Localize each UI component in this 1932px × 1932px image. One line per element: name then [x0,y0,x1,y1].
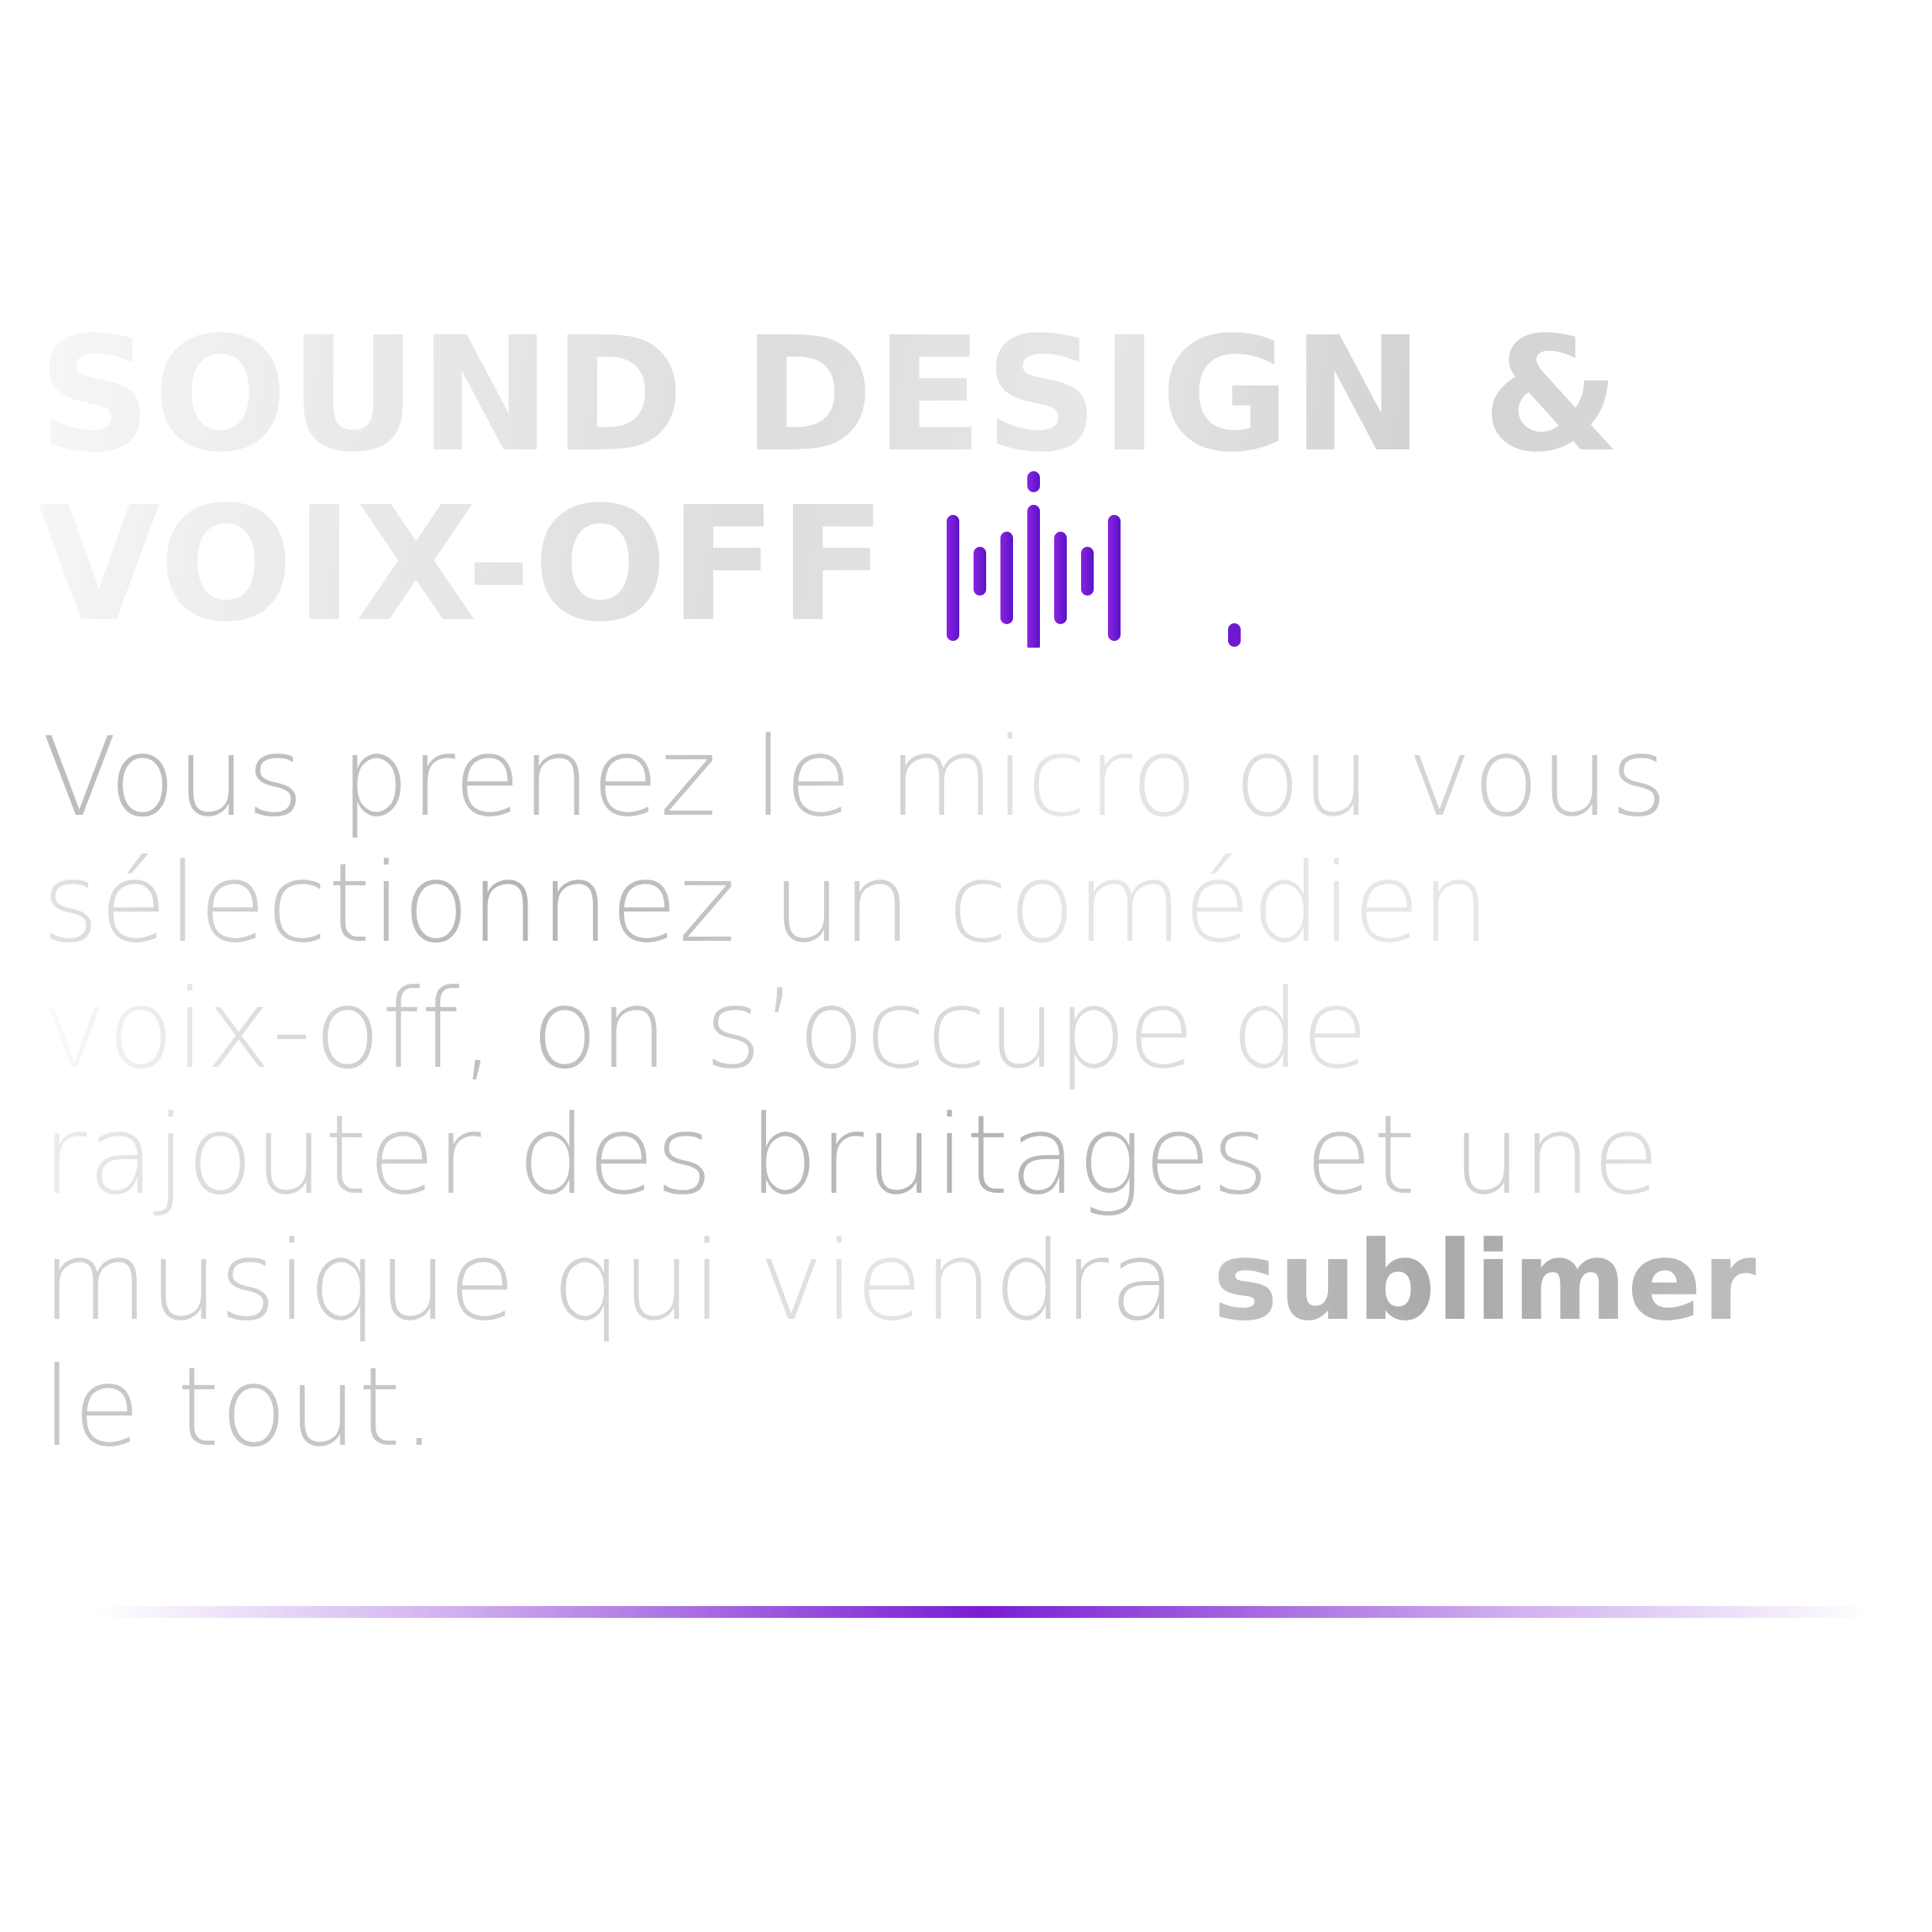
emphasis-word: sublimer [1212,1217,1757,1345]
description-line-1: Vous prenez le micro ou vous [42,714,1907,840]
waveform-bottom-dot [1228,623,1241,647]
description-line-4: rajouter des bruitages et une [42,1092,1907,1218]
description-line-2: sélectionnez un comédien [42,840,1907,966]
sound-waveform-icon [947,470,1121,648]
description-line-5-text: musique qui viendra [42,1217,1213,1345]
title-line-1: SOUND DESIGN & [38,303,1622,487]
description-line-3: voix-off, on s’occupe de [42,966,1907,1092]
description-line-5: musique qui viendra sublimer [42,1218,1907,1344]
description-paragraph: Vous prenez le micro ou vous sélectionne… [42,714,1907,1470]
title-line-2-text: VOIX-OFF [38,473,889,657]
accent-divider [97,1606,1869,1618]
title-line-2: VOIX-OFF [38,470,1903,650]
description-line-6: le tout. [42,1344,1907,1470]
page-title: SOUND DESIGN & VOIX-OFF [38,311,1903,650]
